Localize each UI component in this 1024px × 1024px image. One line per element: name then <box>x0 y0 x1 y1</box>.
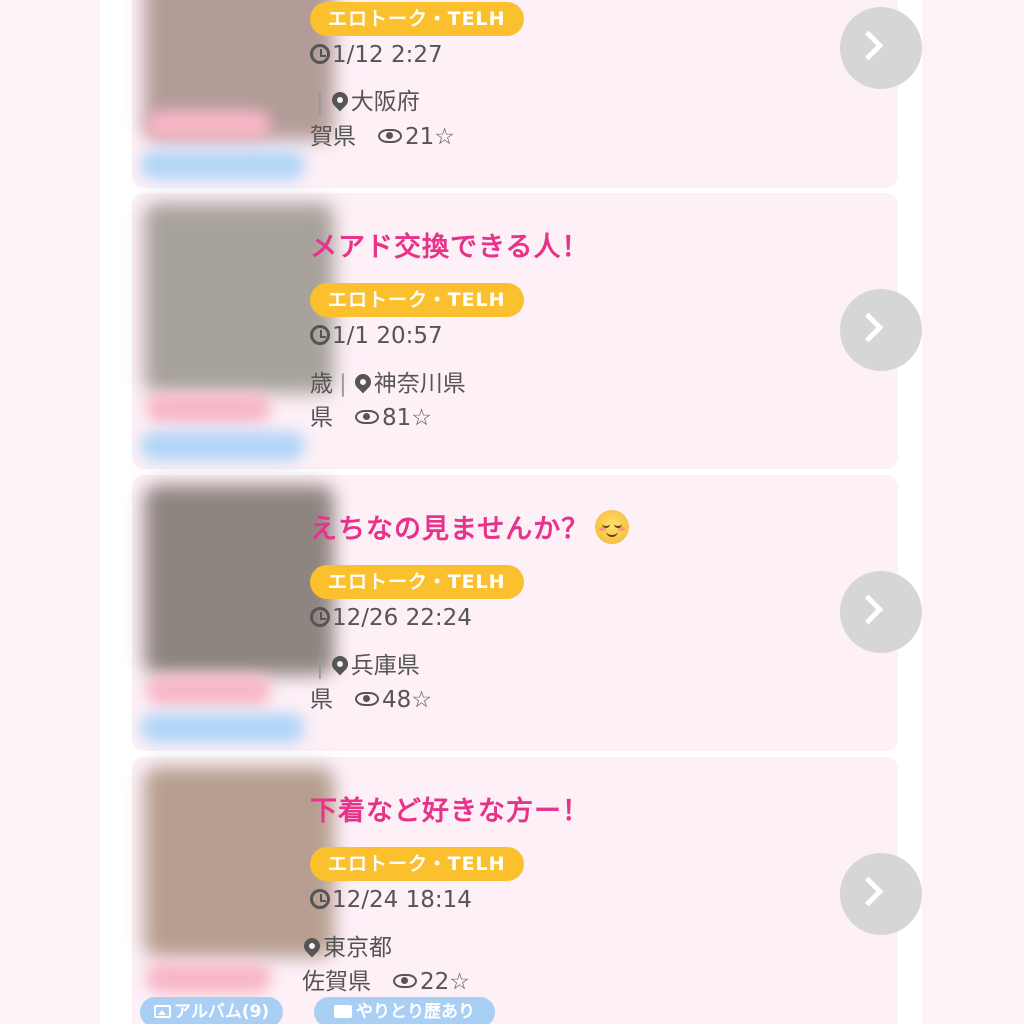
image-icon <box>154 1005 171 1018</box>
chevron-right-icon[interactable] <box>840 853 922 935</box>
post-datetime: 12/24 18:14 <box>310 887 472 913</box>
post-title[interactable]: えちなの見ませんか？ <box>310 507 630 546</box>
envelope-icon <box>334 1005 352 1018</box>
separator: | <box>316 89 324 115</box>
status-pill <box>146 963 271 993</box>
category-tag: エロトーク・TELH <box>310 2 524 36</box>
clock-icon <box>310 44 330 64</box>
eye-icon <box>393 974 417 988</box>
post-list[interactable]: エロトーク・TELH 1/12 2:27 | 大阪府 賀県 21☆ メアド交換できる… <box>100 0 922 1024</box>
post-location: | 兵庫県 <box>316 652 420 679</box>
category-tag: エロトーク・TELH <box>310 565 524 599</box>
clock-icon <box>310 325 330 345</box>
star-icon[interactable]: ☆ <box>411 687 432 713</box>
post-location: | 大阪府 <box>316 88 420 115</box>
post-title[interactable]: 下着など好きな方ー！ <box>310 789 590 828</box>
star-icon[interactable]: ☆ <box>449 969 470 995</box>
album-badge[interactable]: アルバム(9) <box>140 997 284 1024</box>
eye-icon <box>355 692 379 706</box>
post-datetime: 1/12 2:27 <box>310 42 443 68</box>
history-badge[interactable]: やりとり歴あり <box>314 997 495 1024</box>
chevron-right-icon[interactable] <box>840 571 922 653</box>
location-pin-icon <box>328 88 352 112</box>
chevron-right-icon[interactable] <box>840 289 922 371</box>
post-stats: 県 48☆ <box>310 687 432 713</box>
album-pill <box>140 150 305 180</box>
post-datetime: 12/26 22:24 <box>310 605 472 631</box>
post-stats: 県 81☆ <box>310 405 432 431</box>
separator: | <box>339 371 347 397</box>
chevron-right-icon[interactable] <box>840 7 922 89</box>
star-icon[interactable]: ☆ <box>411 405 432 431</box>
post-card[interactable]: 下着など好きな方ー！ エロトーク・TELH 12/24 18:14 東京都 佐賀… <box>132 757 922 1024</box>
clock-icon <box>310 889 330 909</box>
location-pin-icon <box>300 934 324 958</box>
post-location: 東京都 <box>300 928 392 962</box>
smiling-face-emoji-icon <box>595 510 630 544</box>
category-tag: エロトーク・TELH <box>310 283 524 317</box>
status-pill <box>146 393 271 423</box>
status-pill <box>146 675 271 705</box>
post-datetime: 1/1 20:57 <box>310 323 443 349</box>
eye-icon <box>378 129 402 143</box>
post-card[interactable]: エロトーク・TELH 1/12 2:27 | 大阪府 賀県 21☆ <box>132 0 922 188</box>
post-thumbnail[interactable] <box>144 203 334 393</box>
post-stats: 佐賀県 22☆ <box>302 969 470 995</box>
page: エロトーク・TELH 1/12 2:27 | 大阪府 賀県 21☆ メアド交換できる… <box>0 0 1024 1024</box>
separator: | <box>316 653 324 679</box>
album-pill <box>140 713 305 743</box>
location-pin-icon <box>351 370 375 394</box>
star-icon[interactable]: ☆ <box>434 124 455 150</box>
category-tag: エロトーク・TELH <box>310 847 524 881</box>
album-pill <box>140 431 305 461</box>
post-card[interactable]: メアド交換できる人！ エロトーク・TELH 1/1 20:57 歳 | 神奈川県 県… <box>132 193 922 469</box>
post-thumbnail[interactable] <box>144 485 334 675</box>
location-pin-icon <box>328 652 352 676</box>
post-card[interactable]: えちなの見ませんか？ エロトーク・TELH 12/26 22:24 | 兵庫県 県… <box>132 475 922 751</box>
post-title[interactable]: メアド交換できる人！ <box>310 225 589 264</box>
eye-icon <box>355 410 379 424</box>
post-stats: 賀県 21☆ <box>310 124 455 150</box>
post-location: 歳 | 神奈川県 <box>310 370 466 397</box>
status-pill <box>146 110 271 140</box>
clock-icon <box>310 607 330 627</box>
